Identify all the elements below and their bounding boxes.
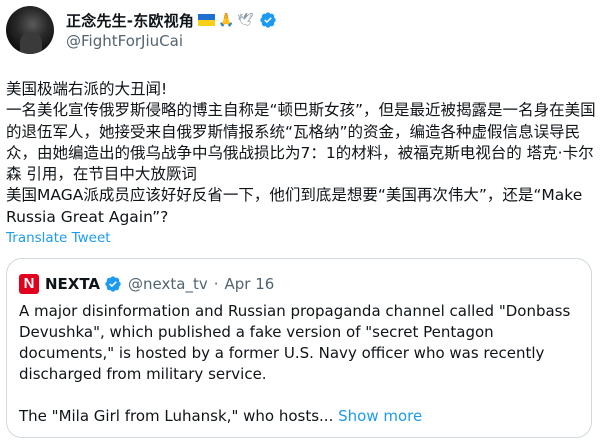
quoted-author-avatar[interactable]: N [19, 274, 39, 294]
quoted-separator: · [213, 275, 219, 293]
ukraine-flag-icon [198, 14, 216, 26]
tweet-text: 美国极端右派的大丑闻! 一名美化宣传俄罗斯侵略的博主自称是“顿巴斯女孩”，但是最… [6, 80, 596, 226]
show-more-link[interactable]: Show more [338, 407, 422, 425]
verified-badge-icon [260, 12, 276, 28]
dove-icon: 🕊 [237, 12, 254, 28]
author-display-name[interactable]: 正念先生-东欧视角 [66, 10, 194, 31]
verified-badge-icon [105, 276, 121, 292]
author-handle[interactable]: @FightForJiuCai [66, 32, 277, 50]
author-names: 正念先生-东欧视角 🙏 🕊 @FightForJiuCai [66, 10, 277, 50]
tweet-header: 正念先生-东欧视角 🙏 🕊 @FightForJiuCai [6, 6, 277, 54]
quoted-author-handle[interactable]: @nexta_tv [128, 275, 208, 293]
quoted-paragraph-2-text: The "Mila Girl from Luhansk," who hosts.… [19, 407, 339, 425]
folded-hands-icon: 🙏 [218, 12, 235, 28]
quoted-tweet-header: N NEXTA @nexta_tv · Apr 16 [19, 274, 274, 294]
tweet: 正念先生-东欧视角 🙏 🕊 @FightForJiuCai 美国极端右派的大丑闻… [0, 0, 600, 438]
quoted-author-name[interactable]: NEXTA [45, 275, 100, 293]
quoted-tweet-text: A major disinformation and Russian propa… [19, 301, 579, 448]
quoted-date[interactable]: Apr 16 [225, 275, 275, 293]
author-name-row[interactable]: 正念先生-东欧视角 🙏 🕊 [66, 10, 277, 30]
author-avatar[interactable] [6, 6, 54, 54]
translate-tweet-link[interactable]: Translate Tweet [6, 230, 111, 246]
quoted-paragraph-1: A major disinformation and Russian propa… [19, 302, 571, 383]
quoted-tweet[interactable]: N NEXTA @nexta_tv · Apr 16 A major disin… [6, 258, 592, 438]
